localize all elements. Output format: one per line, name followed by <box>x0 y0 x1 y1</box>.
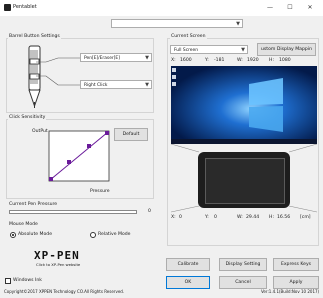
relative-mode-radio[interactable] <box>90 232 96 238</box>
screen-w-label: W: <box>237 58 243 63</box>
tablet-h-value: 16.56 <box>277 215 291 220</box>
cancel-button[interactable]: Cancel <box>219 276 267 289</box>
chevron-down-icon: ▼ <box>145 82 149 88</box>
ok-button[interactable]: OK <box>166 276 210 289</box>
barrel-button2-select[interactable]: Right Click ▼ <box>80 80 152 89</box>
screen-h-value: 1080 <box>279 58 291 63</box>
curve-end-point[interactable] <box>105 131 109 135</box>
xp-pen-logo[interactable]: XP-PEN <box>34 250 80 261</box>
pen-button-leaders <box>36 57 80 86</box>
screen-y-value: -181 <box>214 58 225 63</box>
tablet-x-label: X: <box>171 215 176 220</box>
curve-control-point[interactable] <box>87 144 91 148</box>
title-bar: Pentablet — ☐ ✕ <box>0 0 323 16</box>
pen-pressure-value: 0 <box>148 209 151 214</box>
tablet-x-value: 0 <box>179 215 182 220</box>
chevron-down-icon: ▼ <box>241 47 245 53</box>
relative-mode-label[interactable]: Relative Mode <box>98 232 131 238</box>
tablet-y-label: Y: <box>205 215 209 220</box>
window-title: Pentablet <box>13 4 37 10</box>
tablet-unit: [cm] <box>300 215 311 220</box>
curve-start-point[interactable] <box>49 177 53 181</box>
mouse-mode-label: Mouse Mode <box>9 222 38 227</box>
close-button[interactable]: ✕ <box>300 1 320 15</box>
copyright-text: Copyright©2017 XPPEN Technology CO.All R… <box>4 289 125 294</box>
chevron-down-icon: ▼ <box>236 21 240 27</box>
calibrate-button[interactable]: Calibrate <box>166 258 210 271</box>
screen-y-label: Y: <box>205 58 209 63</box>
windows-ink-checkbox[interactable] <box>5 278 11 284</box>
tablet-w-label: W: <box>237 215 243 220</box>
xp-pen-website-link[interactable]: Click to XP-Pen website <box>36 263 80 267</box>
device-select[interactable]: ▼ <box>111 19 243 28</box>
version-text: Ver:1.4.1(Build:Nov 10 2017) <box>261 289 320 294</box>
tablet-y-value: 0 <box>214 215 217 220</box>
default-button[interactable]: Default <box>114 128 148 141</box>
app-icon <box>4 4 11 11</box>
pressure-curve-graph <box>48 130 110 182</box>
tablet-h-label: H: <box>269 215 275 220</box>
maximize-button[interactable]: ☐ <box>280 1 300 15</box>
tablet-active-area <box>205 158 285 204</box>
pen-pressure-label: Current Pen Pressure <box>9 202 58 207</box>
screen-preview <box>171 66 317 144</box>
pen-pressure-bar <box>9 210 137 214</box>
screen-mode-select[interactable]: Full Screen ▼ <box>170 45 248 54</box>
screen-x-label: X: <box>171 58 176 63</box>
barrel-group-label: Barrel Button Settings <box>8 34 61 40</box>
curve-control-point[interactable] <box>67 160 71 164</box>
windows-ink-label[interactable]: Windows Ink <box>13 278 42 284</box>
tablet-w-value: 29.44 <box>246 215 260 220</box>
custom-display-mapping-button[interactable]: ustom Display Mappin <box>257 43 316 56</box>
absolute-mode-label[interactable]: Absolute Mode <box>18 232 52 238</box>
absolute-mode-radio[interactable] <box>10 232 16 238</box>
pressure-axis-label: Pressure <box>90 189 110 194</box>
screen-w-value: 1920 <box>247 58 259 63</box>
tablet-projection <box>171 205 317 213</box>
sensitivity-group-label: Click Sensitivity <box>8 115 47 121</box>
desktop-wallpaper <box>171 66 317 144</box>
screen-h-label: H: <box>269 58 275 63</box>
apply-button[interactable]: Apply <box>273 276 319 289</box>
current-screen-label: Current Screen <box>170 34 207 40</box>
chevron-down-icon: ▼ <box>145 55 149 61</box>
express-keys-button[interactable]: Express Keys <box>273 258 319 271</box>
barrel-button1-select[interactable]: Pen[E]/Eraser[E] ▼ <box>80 53 152 62</box>
screen-x-value: 1600 <box>180 58 192 63</box>
minimize-button[interactable]: — <box>260 1 280 15</box>
display-setting-button[interactable]: Display Setting <box>219 258 267 271</box>
output-axis-label: OutPut <box>32 129 48 134</box>
